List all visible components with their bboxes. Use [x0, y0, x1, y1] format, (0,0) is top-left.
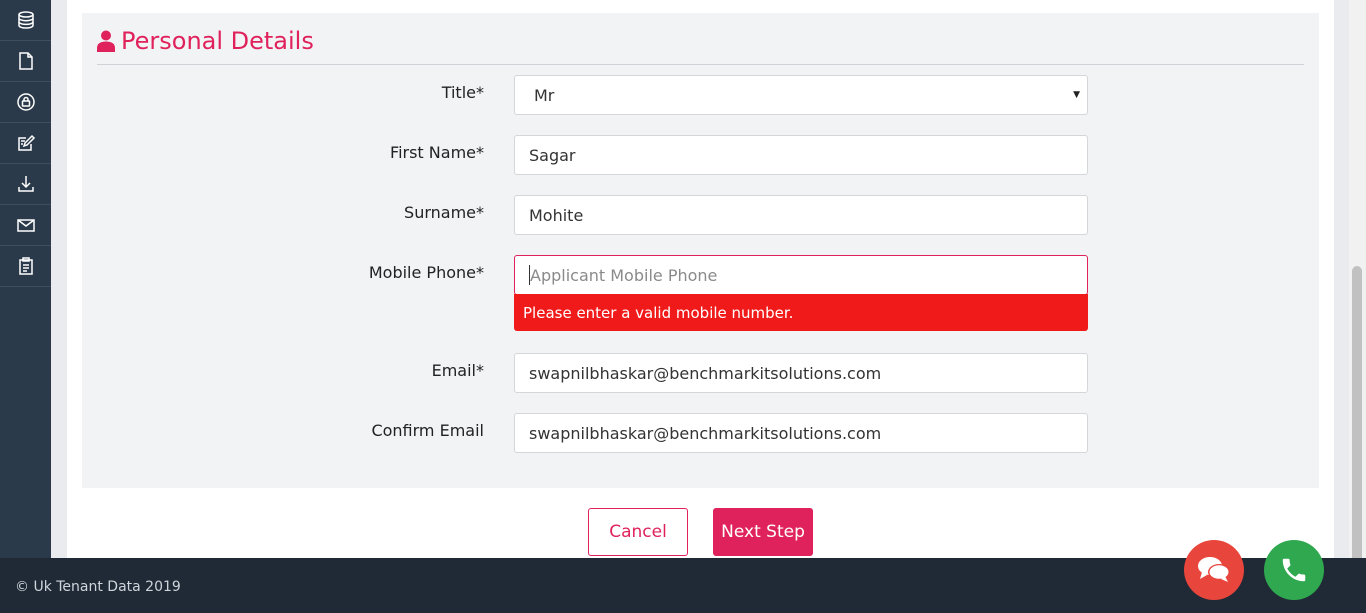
sidebar — [0, 0, 51, 558]
section-divider — [97, 64, 1304, 65]
footer-copyright: © Uk Tenant Data 2019 — [15, 579, 181, 595]
email-input[interactable]: swapnilbhaskar@benchmarkitsolutions.com — [514, 353, 1088, 393]
mobile-phone-label: Mobile Phone* — [368, 263, 484, 282]
sidebar-item-database[interactable] — [0, 0, 51, 41]
chevron-down-icon: ▼ — [1073, 90, 1080, 100]
mobile-phone-error: Please enter a valid mobile number. — [514, 294, 1088, 331]
sidebar-item-lock[interactable] — [0, 82, 51, 123]
chat-button[interactable] — [1184, 540, 1244, 600]
section-title: Personal Details — [97, 26, 314, 56]
confirm-email-label: Confirm Email — [371, 421, 484, 440]
sidebar-item-mail[interactable] — [0, 205, 51, 246]
title-label: Title* — [441, 83, 484, 102]
scrollbar-thumb[interactable] — [1352, 266, 1362, 576]
first-name-input[interactable]: Sagar — [514, 135, 1088, 175]
database-icon — [17, 11, 34, 29]
mail-icon — [16, 219, 35, 232]
sidebar-item-download[interactable] — [0, 164, 51, 205]
mobile-phone-placeholder: Applicant Mobile Phone — [530, 265, 718, 285]
surname-input[interactable]: Mohite — [514, 195, 1088, 235]
next-step-button[interactable]: Next Step — [713, 508, 813, 556]
edit-icon — [17, 134, 35, 151]
clipboard-icon — [18, 257, 33, 275]
download-icon — [17, 176, 34, 192]
user-icon — [97, 30, 115, 52]
sidebar-item-document[interactable] — [0, 41, 51, 82]
confirm-email-input[interactable]: swapnilbhaskar@benchmarkitsolutions.com — [514, 413, 1088, 453]
phone-button[interactable] — [1264, 540, 1324, 600]
sidebar-item-clipboard[interactable] — [0, 246, 51, 287]
footer: © Uk Tenant Data 2019 — [0, 558, 1366, 613]
cancel-button[interactable]: Cancel — [588, 508, 688, 556]
mobile-phone-input[interactable]: Applicant Mobile Phone — [514, 255, 1088, 295]
title-select[interactable]: Mr ▼ — [514, 75, 1088, 115]
email-label: Email* — [431, 361, 484, 380]
surname-label: Surname* — [404, 203, 484, 222]
phone-icon — [1282, 558, 1306, 582]
sidebar-item-edit[interactable] — [0, 123, 51, 164]
document-icon — [18, 52, 33, 70]
title-select-value: Mr — [534, 85, 555, 105]
chat-icon — [1198, 557, 1230, 582]
first-name-label: First Name* — [390, 143, 484, 162]
section-title-text: Personal Details — [121, 27, 314, 55]
lock-icon — [16, 93, 35, 111]
